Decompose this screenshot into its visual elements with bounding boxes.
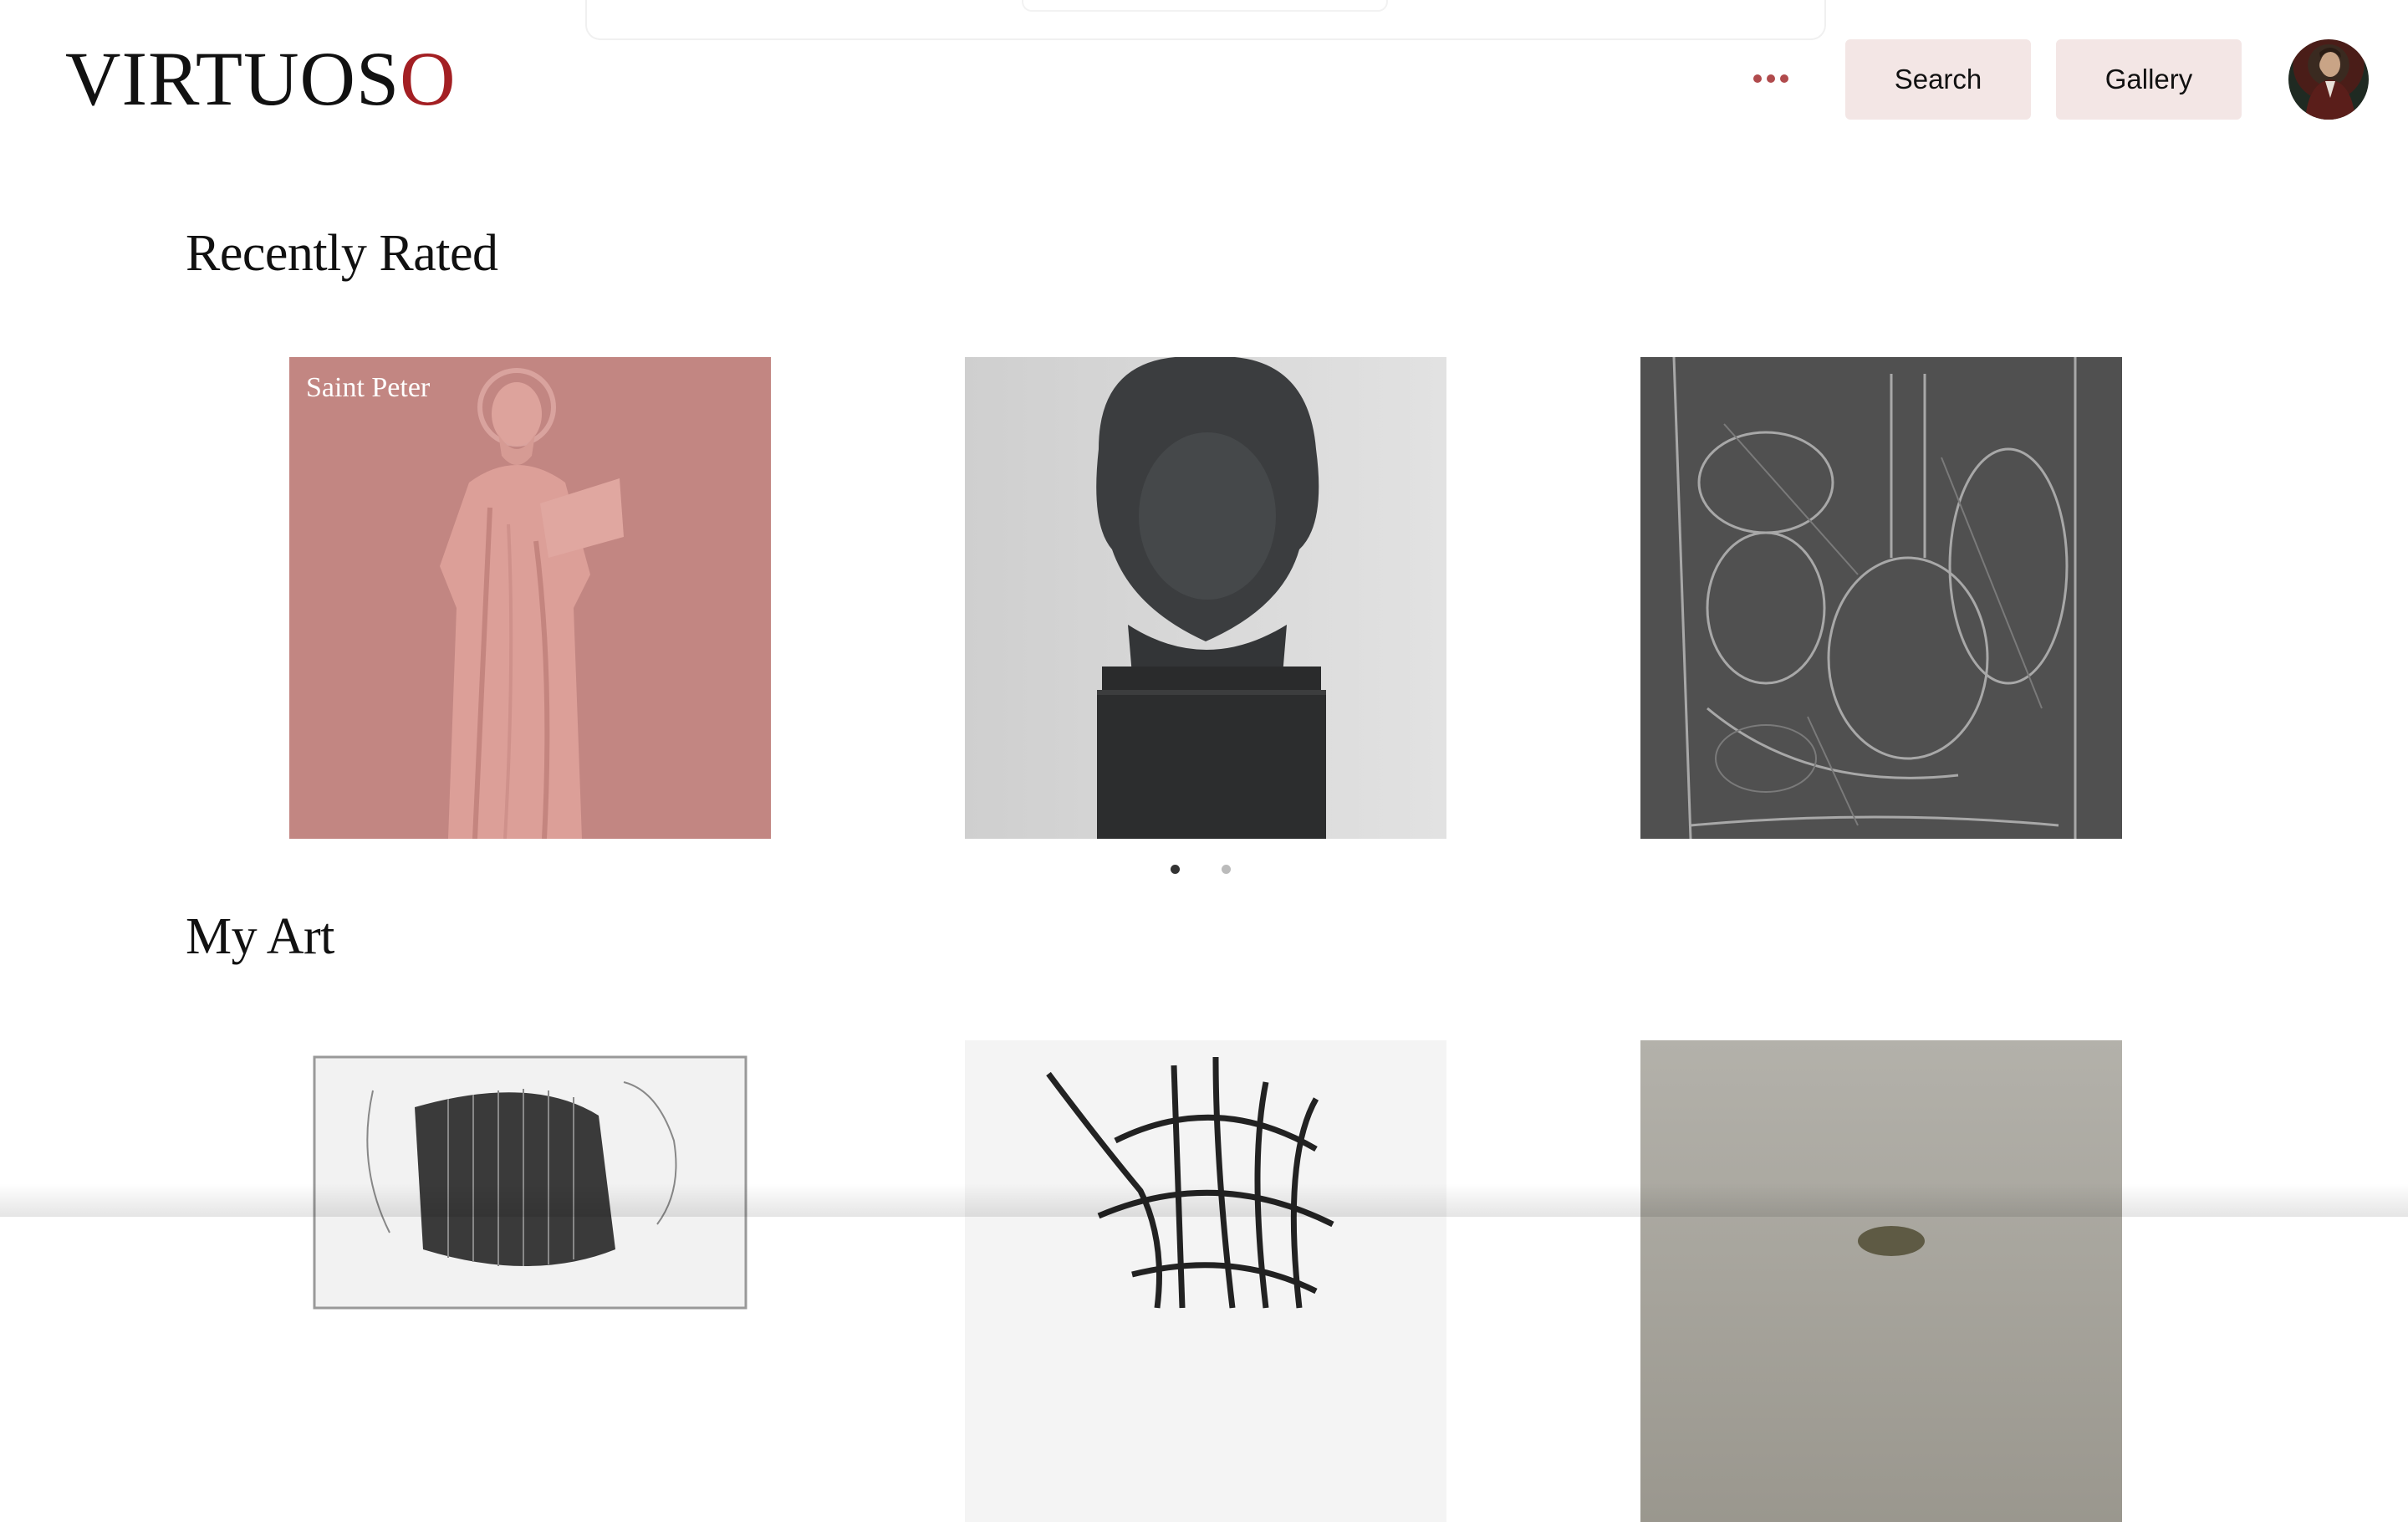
artwork-image-saint-peter (289, 357, 771, 839)
artwork-image-photo (1640, 1040, 2122, 1522)
artwork-card[interactable] (965, 357, 1446, 839)
artwork-card[interactable]: Saint Peter (289, 357, 771, 839)
carousel-dot-2[interactable] (1222, 865, 1231, 874)
artwork-card[interactable] (965, 1040, 1446, 1522)
carousel-dot-1[interactable] (1171, 865, 1180, 874)
gallery-button[interactable]: Gallery (2056, 39, 2242, 120)
logo[interactable]: VIRTUOSO (65, 37, 457, 120)
logo-accent-letter: O (400, 36, 457, 121)
more-dot (1767, 74, 1775, 83)
artwork-image-bronze-head (965, 357, 1446, 839)
section-title-recently-rated: Recently Rated (186, 225, 498, 282)
artwork-card[interactable] (1640, 357, 2122, 839)
carousel-pagination (1171, 865, 1231, 874)
section-title-my-art: My Art (186, 908, 334, 965)
more-options-button[interactable] (1746, 65, 1796, 92)
artwork-image-glassware-drawing (1640, 357, 2122, 839)
bottom-shadow (0, 1183, 2408, 1217)
artwork-image-line-drawing (965, 1040, 1446, 1522)
search-button[interactable]: Search (1845, 39, 2031, 120)
artwork-caption: Saint Peter (306, 372, 431, 403)
artwork-card[interactable] (1640, 1040, 2122, 1522)
user-avatar[interactable] (2288, 39, 2369, 120)
logo-text: VIRTUOS (65, 36, 400, 121)
artwork-card[interactable] (289, 1040, 771, 1522)
artwork-image-map-drawing (289, 1040, 771, 1522)
top-search-field-edge (1022, 0, 1388, 12)
portrait-image (2305, 48, 2355, 120)
more-dot (1780, 74, 1788, 83)
more-horizontal-icon (1753, 74, 1762, 83)
